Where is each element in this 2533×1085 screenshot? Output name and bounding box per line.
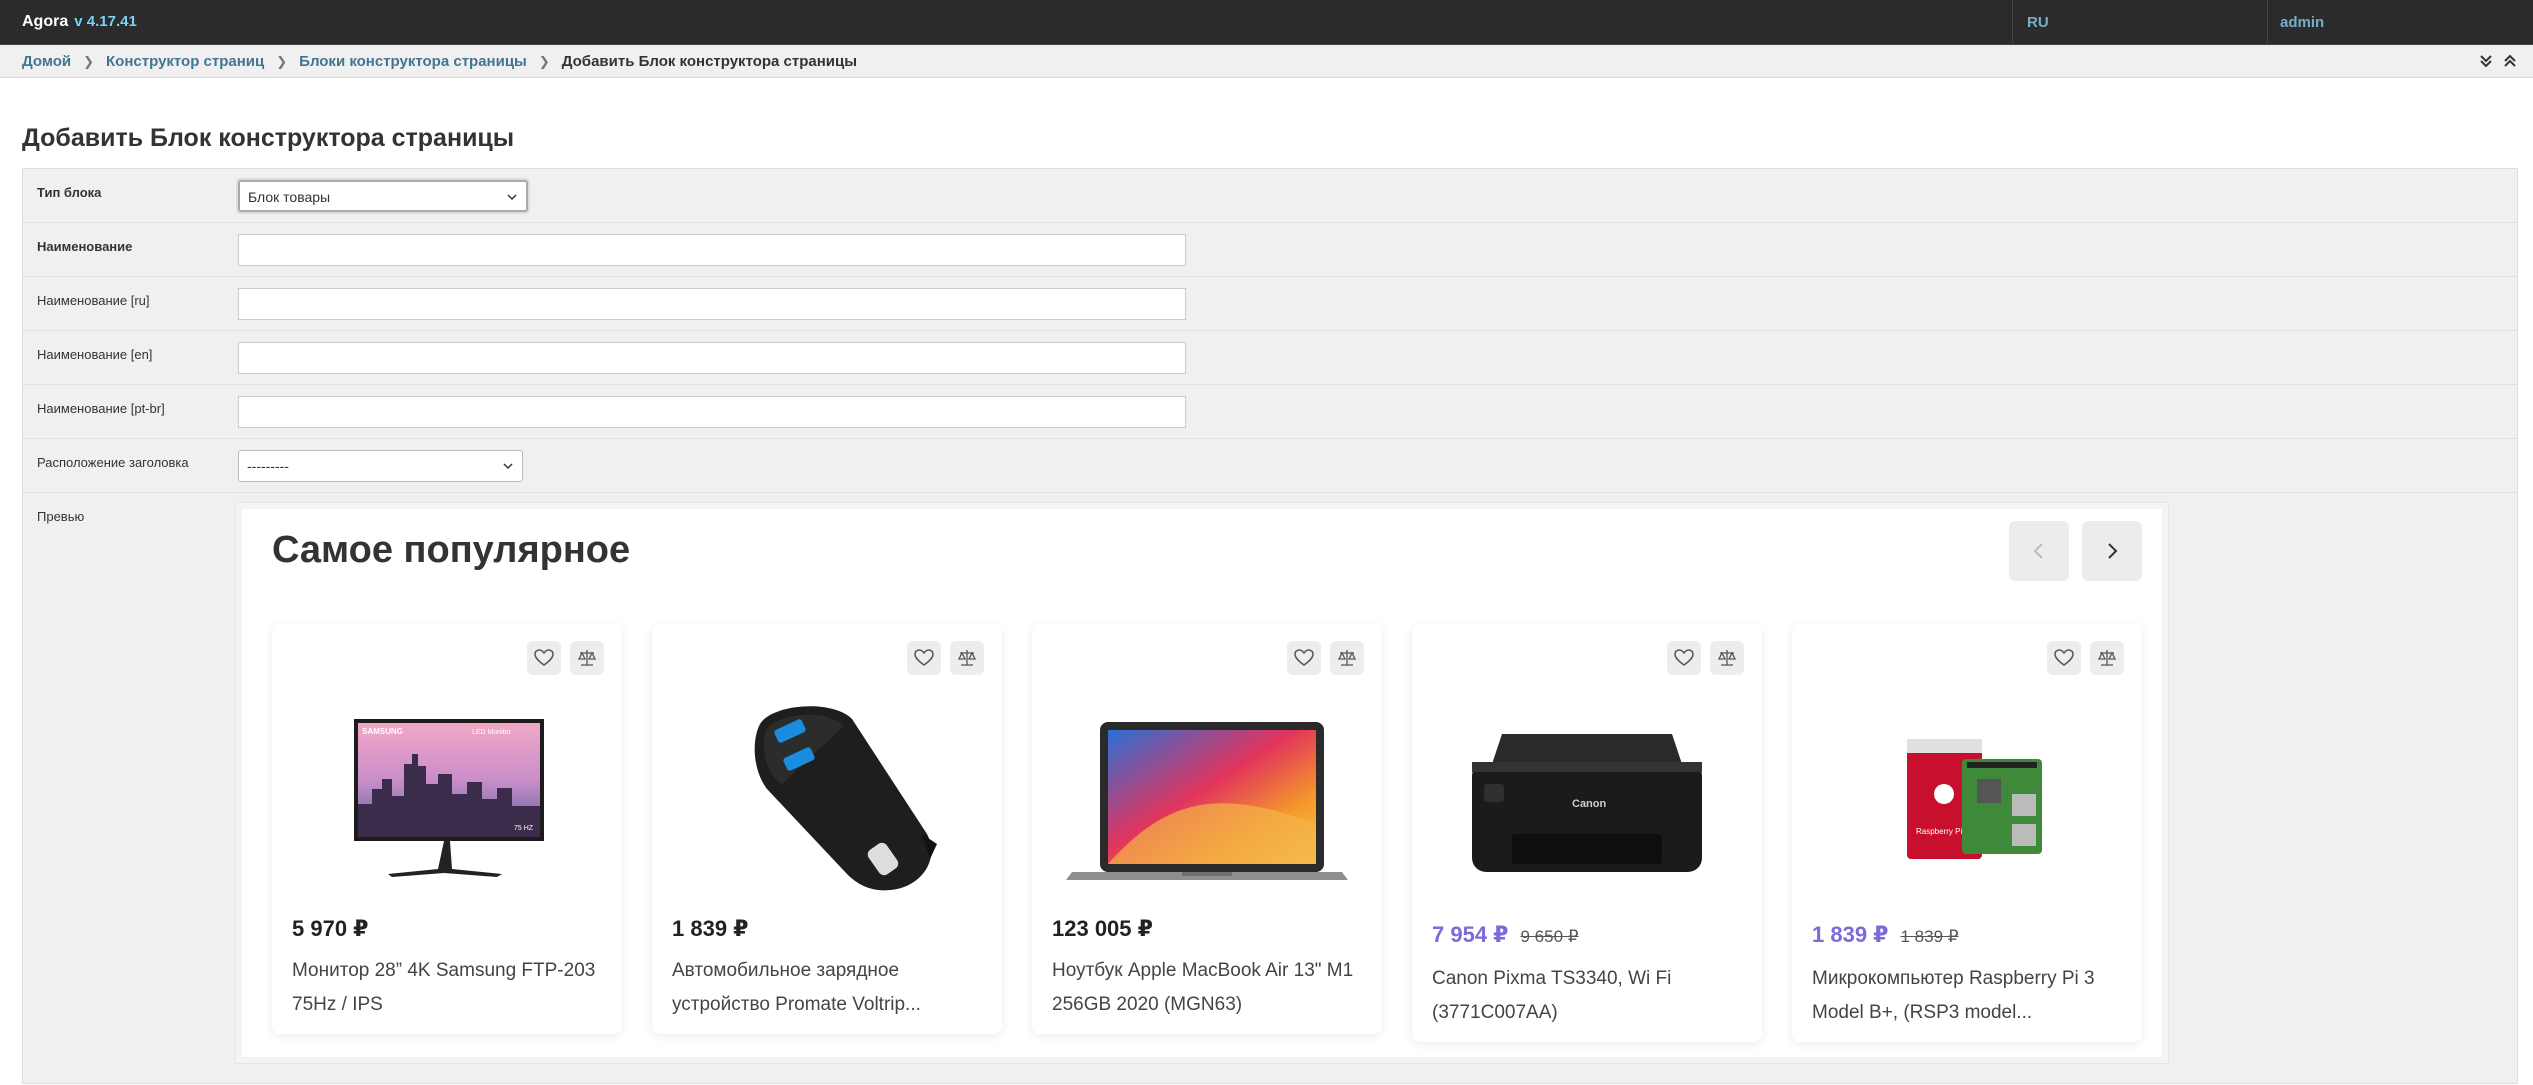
product-price: 123 005 ₽ [1052,916,1153,941]
expand-all-icon[interactable] [2501,52,2519,70]
chevron-down-icon [503,463,513,470]
scales-icon [2097,650,2117,666]
monitor-badge-text: LED Monitor [472,729,512,736]
block-type-select[interactable]: Блок товары [238,180,528,212]
scales-icon [1337,650,1357,666]
old-price: 1 839 ₽ [1900,927,1959,946]
heart-icon [914,649,934,666]
product-price: 1 839 ₽ [672,916,749,941]
preview-panel: Самое популярное SAMSUNG LED Monitor 75 … [236,503,2168,1063]
product-card[interactable]: Raspberry Pi 3 1 839 ₽ 1 839 ₽ Микрокомпь… [1792,624,2142,1042]
breadcrumb: Домой ❯ Конструктор страниц ❯ Блоки конс… [0,45,2533,78]
collapse-all-icon[interactable] [2477,52,2495,70]
row-name: Наименование [23,223,2517,277]
heart-icon [1674,649,1694,666]
product-price: 1 839 ₽ 1 839 ₽ [1812,922,1959,948]
app-brand[interactable]: Agora v 4.17.41 [22,13,137,31]
row-block-type: Тип блока Блок товары [23,169,2517,223]
compare-button[interactable] [570,641,604,675]
breadcrumb-page-builder[interactable]: Конструктор страниц [106,53,264,70]
compare-button[interactable] [2090,641,2124,675]
product-card[interactable]: 123 005 ₽ Ноутбук Apple MacBook Air 13" … [1032,624,1382,1034]
favorite-button[interactable] [907,641,941,675]
top-bar: Agora v 4.17.41 RU admin [0,0,2533,45]
user-name: admin [2280,14,2325,31]
app-version: v 4.17.41 [74,13,137,30]
raspberry-pi-icon: Raspberry Pi 3 [1812,684,2122,909]
favorite-button[interactable] [527,641,561,675]
language-label: RU [2027,14,2049,31]
next-button[interactable] [2082,521,2142,581]
heart-icon [1294,649,1314,666]
language-switcher[interactable]: RU [2012,0,2267,45]
chevron-down-icon [507,194,517,201]
sale-price: 1 839 ₽ [1812,922,1889,947]
old-price: 9 650 ₽ [1520,927,1579,946]
name-ru-input[interactable] [238,288,1186,320]
favorite-button[interactable] [2047,641,2081,675]
chevron-right-icon [2108,543,2118,559]
block-type-value: Блок товары [248,189,331,205]
heart-icon [2054,649,2074,666]
printer-brand-text: Canon [1572,798,1607,810]
name-en-label: Наименование [en] [37,347,153,362]
block-type-label: Тип блока [37,185,102,200]
prev-button[interactable] [2009,521,2069,581]
product-name[interactable]: Ноутбук Apple MacBook Air 13" M1 256GB 2… [1052,954,1372,1022]
product-price: 7 954 ₽ 9 650 ₽ [1432,922,1579,948]
product-card[interactable]: SAMSUNG LED Monitor 75 HZ 5 970 ₽ Монито… [272,624,622,1034]
name-en-input[interactable] [238,342,1186,374]
chevron-left-icon [2033,543,2043,559]
breadcrumb-blocks[interactable]: Блоки конструктора страницы [299,53,527,70]
chevron-right-icon: ❯ [538,53,550,69]
row-name-ptbr: Наименование [pt-br] [23,385,2517,439]
compare-button[interactable] [1710,641,1744,675]
product-name[interactable]: Монитор 28” 4K Samsung FTP-203 75Hz / IP… [292,954,612,1022]
favorite-button[interactable] [1667,641,1701,675]
breadcrumb-home[interactable]: Домой [22,53,71,70]
chevron-right-icon: ❯ [276,53,288,69]
monitor-icon: SAMSUNG LED Monitor 75 HZ [292,684,602,909]
user-menu[interactable]: admin [2267,0,2533,45]
row-name-ru: Наименование [ru] [23,277,2517,331]
monitor-hz-text: 75 HZ [514,825,534,832]
scales-icon [577,650,597,666]
block-form: Тип блока Блок товары Наименование Наиме… [22,168,2518,1084]
heart-icon [534,649,554,666]
title-position-value: --------- [247,458,289,474]
name-ptbr-input[interactable] [238,396,1186,428]
product-card[interactable]: 1 839 ₽ Автомобильное зарядное устройств… [652,624,1002,1034]
car-charger-icon [672,684,982,909]
compare-button[interactable] [1330,641,1364,675]
name-label: Наименование [37,239,133,254]
product-name[interactable]: Микрокомпьютер Raspberry Pi 3 Model B+, … [1812,962,2132,1030]
product-name[interactable]: Автомобильное зарядное устройство Promat… [672,954,992,1022]
breadcrumb-current: Добавить Блок конструктора страницы [561,53,858,70]
product-card[interactable]: Canon 7 954 ₽ 9 650 ₽ Canon Pixma TS3340,… [1412,624,1762,1042]
pi-box-text: Raspberry Pi 3 [1916,827,1969,836]
preview-label: Превью [37,509,85,524]
favorite-button[interactable] [1287,641,1321,675]
name-ru-label: Наименование [ru] [37,293,150,308]
product-price: 5 970 ₽ [292,916,369,941]
preview-title: Самое популярное [272,529,631,571]
printer-icon: Canon [1432,684,1742,909]
row-title-position: Расположение заголовка --------- [23,439,2517,493]
compare-button[interactable] [950,641,984,675]
sale-price: 7 954 ₽ [1432,922,1509,947]
row-name-en: Наименование [en] [23,331,2517,385]
chevron-right-icon: ❯ [83,53,95,69]
monitor-brand-text: SAMSUNG [362,727,403,736]
product-name[interactable]: Canon Pixma TS3340, Wi Fi (3771C007AA) [1432,962,1752,1030]
name-ptbr-label: Наименование [pt-br] [37,401,165,416]
title-position-label: Расположение заголовка [37,455,189,470]
name-input[interactable] [238,234,1186,266]
laptop-icon [1052,684,1362,909]
title-position-select[interactable]: --------- [238,450,523,482]
app-name: Agora [22,13,69,30]
scales-icon [957,650,977,666]
scales-icon [1717,650,1737,666]
page-title: Добавить Блок конструктора страницы [22,124,515,152]
